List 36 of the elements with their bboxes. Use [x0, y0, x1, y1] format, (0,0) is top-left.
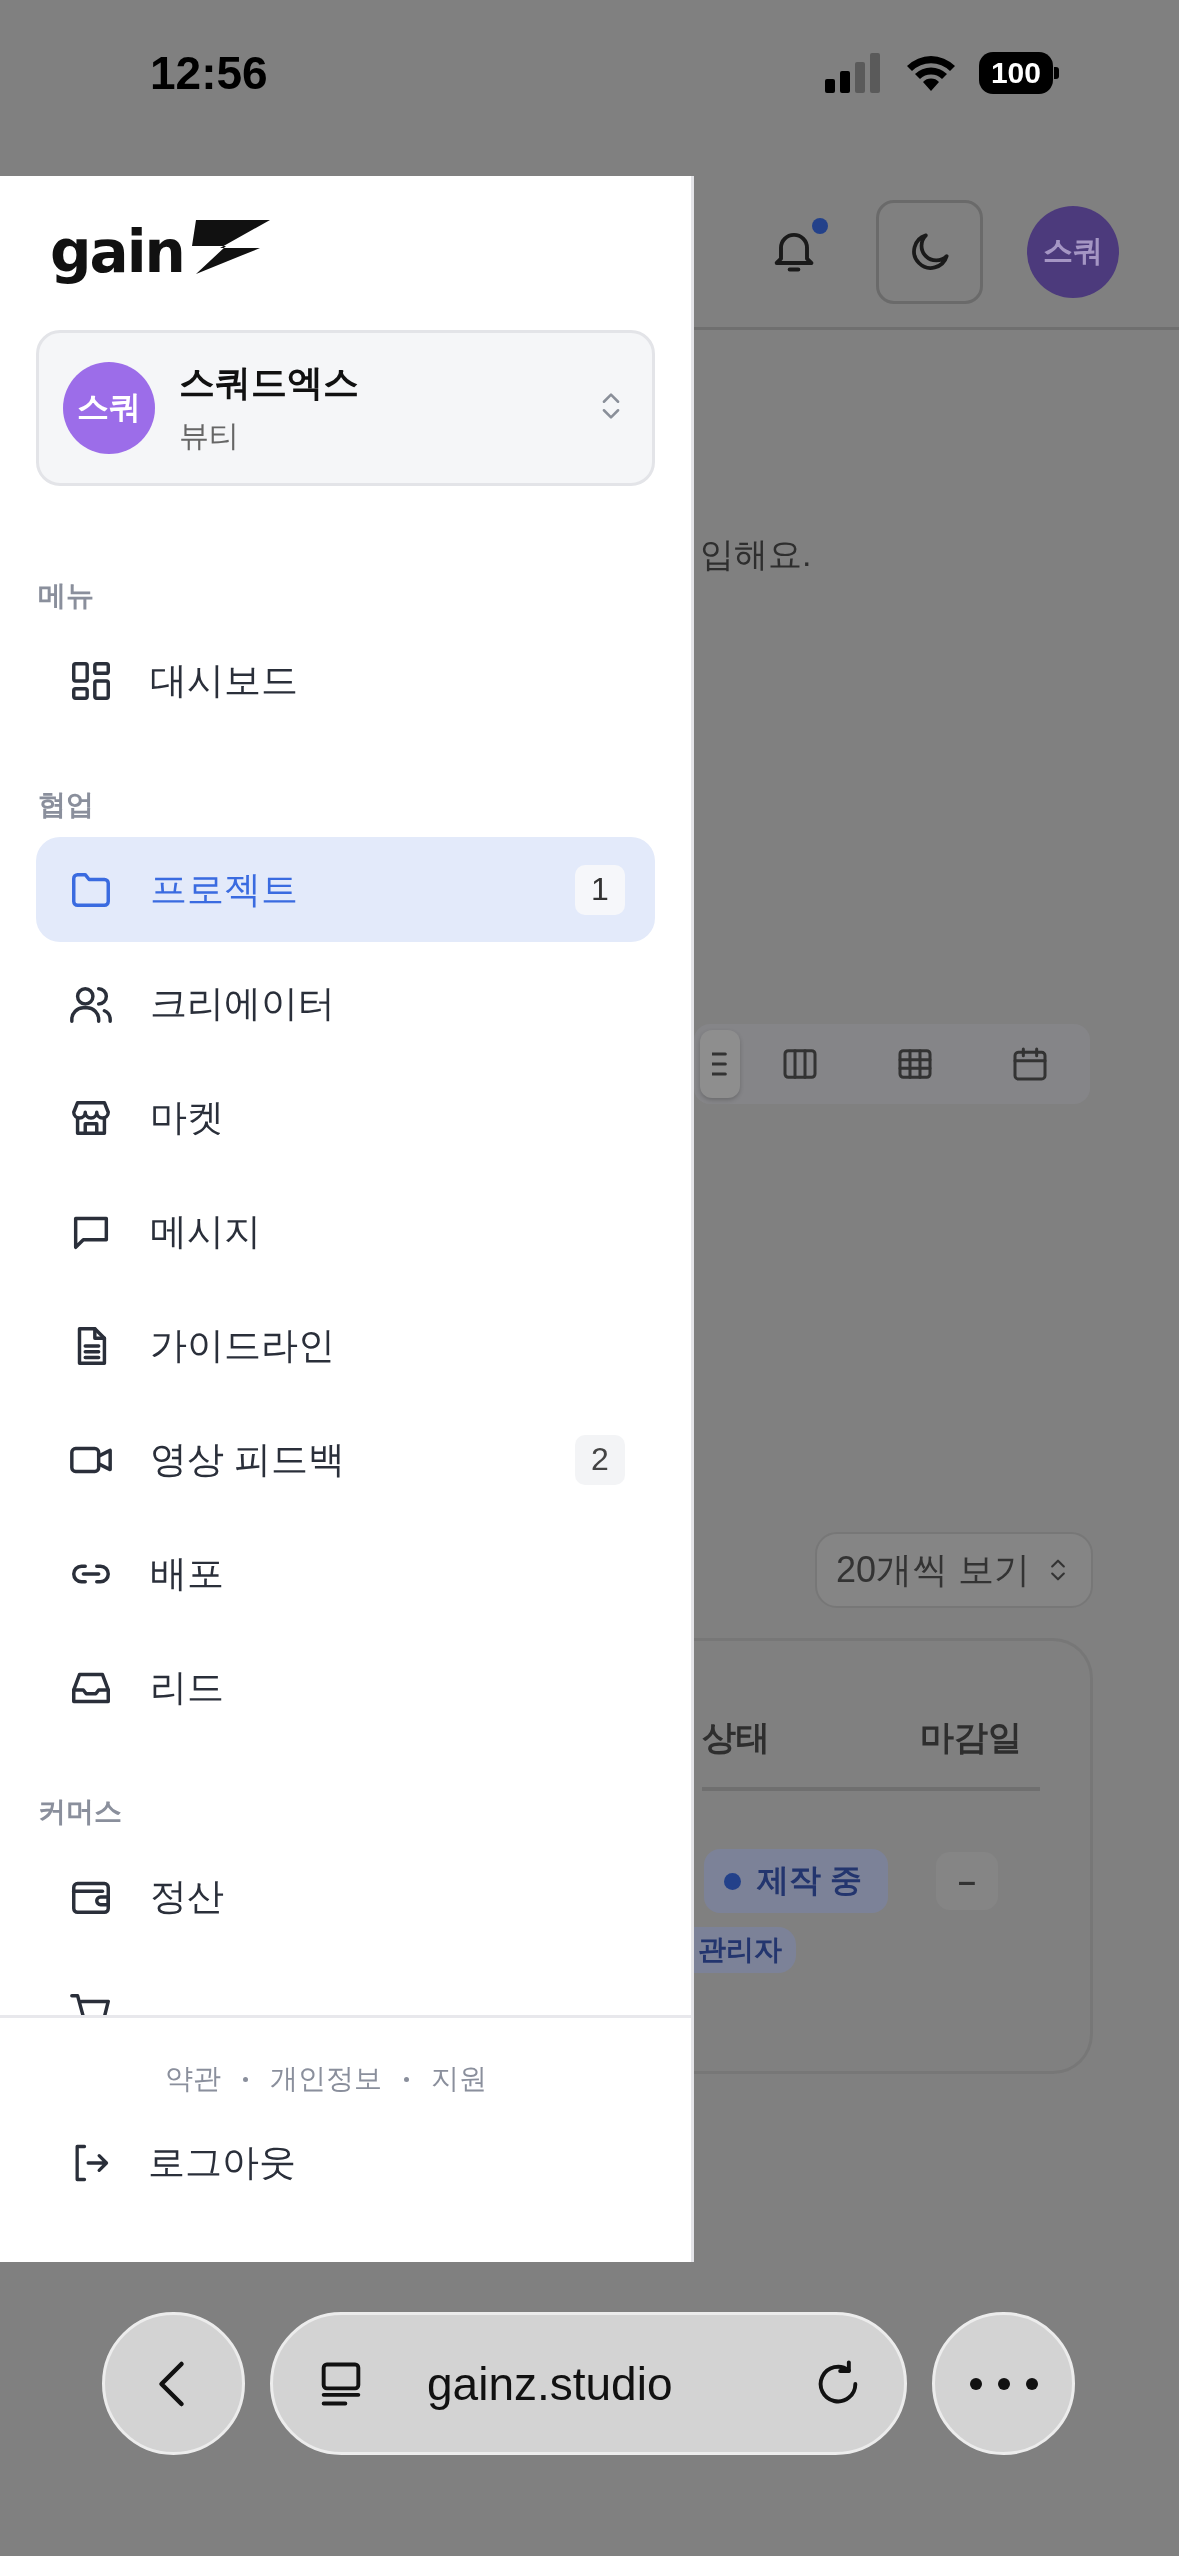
brand-logo-text: gain	[50, 218, 184, 288]
nav-item[interactable]: 가이드라인	[36, 1293, 655, 1398]
nav-item[interactable]: 배포	[36, 1521, 655, 1626]
address-bar[interactable]: gainz.studio	[270, 2312, 907, 2455]
nav-item[interactable]: 마켓	[36, 1065, 655, 1170]
page-description: 입해요.	[700, 534, 813, 574]
nav-item[interactable]: 메시지	[36, 1179, 655, 1284]
theme-toggle-button[interactable]	[876, 199, 983, 304]
section-label: 메뉴	[37, 579, 95, 613]
user-avatar[interactable]: 스쿼	[1027, 205, 1119, 298]
nav-item[interactable]: 리드	[36, 1635, 655, 1740]
url-text: gainz.studio	[427, 2356, 674, 2411]
role-tag: 관리자	[694, 1927, 796, 1973]
nav-item[interactable]: 대시보드	[36, 628, 655, 733]
deadline-cell: –	[935, 1852, 998, 1910]
section-label: 커머스	[37, 1795, 123, 1829]
view-tab[interactable]	[700, 1030, 740, 1098]
more-icon	[968, 2376, 1039, 2391]
count-badge: 1	[575, 864, 625, 915]
section-label: 협업	[37, 788, 95, 822]
nav-item[interactable]: 정산	[36, 1844, 655, 1949]
nav-item[interactable]: 크리에이터	[36, 951, 655, 1056]
clock-time: 12:56	[150, 46, 268, 100]
column-header: 상태	[702, 1717, 770, 1758]
logout-button[interactable]: 로그아웃	[68, 2138, 691, 2188]
count-badge: 2	[575, 1434, 625, 1485]
status-badge: 제작 중	[704, 1849, 888, 1913]
column-header: 마감일	[920, 1717, 1022, 1758]
workspace-avatar: 스쿼	[63, 362, 155, 454]
signal-icon	[824, 53, 883, 93]
workspace-switcher[interactable]: 스쿼 스쿼드엑스 뷰티	[36, 330, 655, 486]
nav-item[interactable]: 프로젝트 1	[36, 837, 655, 942]
nav-item[interactable]: 영상 피드백 2	[36, 1407, 655, 1512]
workspace-category: 뷰티	[179, 418, 240, 454]
battery-level: 100	[978, 52, 1061, 94]
workspace-name: 스쿼드엑스	[179, 361, 360, 405]
